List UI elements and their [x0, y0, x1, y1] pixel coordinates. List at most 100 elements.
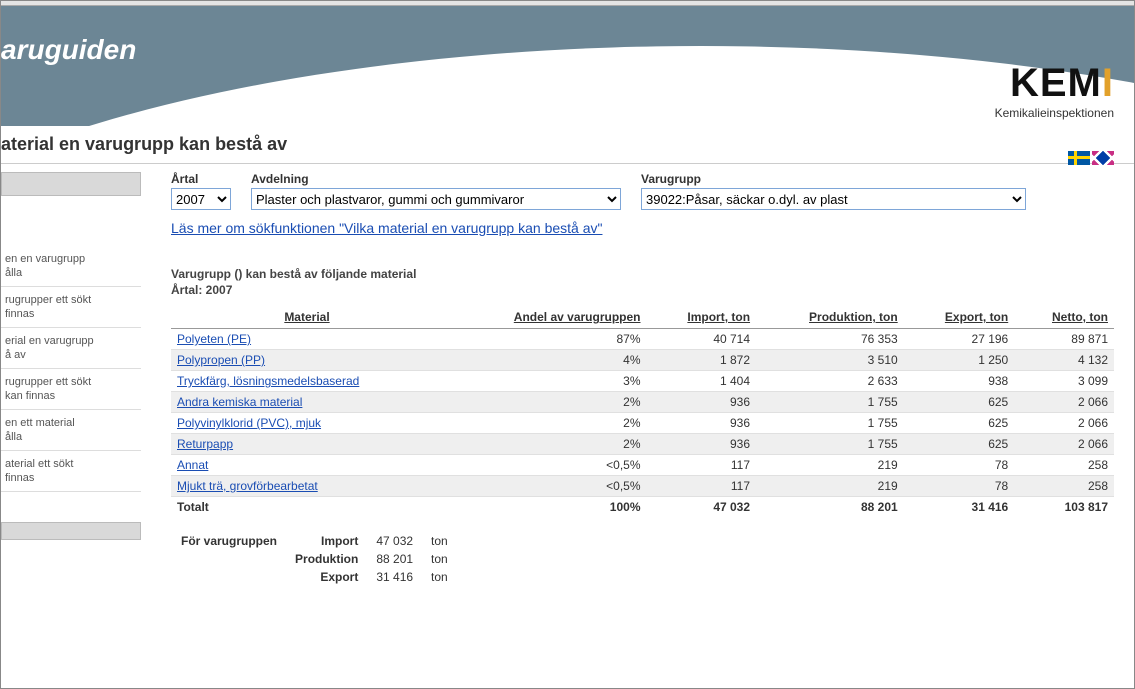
cell-import: 1 872	[647, 350, 757, 371]
group-label: Varugrupp	[641, 172, 1026, 186]
cell-share: 87%	[443, 329, 647, 350]
cell-import: 936	[647, 413, 757, 434]
cell-prod: 3 510	[756, 350, 904, 371]
materials-table: Material Andel av varugruppen Import, to…	[171, 306, 1114, 517]
summary-label: Export	[287, 569, 366, 585]
col-export[interactable]: Export, ton	[904, 306, 1015, 329]
material-link[interactable]: Mjukt trä, grovförbearbetat	[177, 479, 318, 493]
section-heading: Varugrupp () kan bestå av följande mater…	[171, 266, 1114, 298]
cell-import: 936	[647, 392, 757, 413]
table-row: Tryckfärg, lösningsmedelsbaserad 3%1 4042…	[171, 371, 1114, 392]
cell-prod: 1 755	[756, 392, 904, 413]
sidebar-item[interactable]: en ett materialålla	[1, 410, 141, 451]
flag-sweden-icon[interactable]	[1068, 151, 1090, 165]
cell-material: Polyvinylklorid (PVC), mjuk	[171, 413, 443, 434]
group-select[interactable]: 39022:Påsar, säckar o.dyl. av plast	[641, 188, 1026, 210]
sidebar-search-box[interactable]	[1, 172, 141, 196]
summary-row: För varugruppenImport47 032ton	[173, 533, 456, 549]
sidebar-item[interactable]: aterial ett söktfinnas	[1, 451, 141, 492]
cell-netto: 4 132	[1014, 350, 1114, 371]
summary-unit: ton	[423, 533, 456, 549]
cell-export: 938	[904, 371, 1015, 392]
cell-share: 2%	[443, 434, 647, 455]
material-link[interactable]: Tryckfärg, lösningsmedelsbaserad	[177, 374, 359, 388]
cell-prod: 1 755	[756, 434, 904, 455]
cell-share: 2%	[443, 413, 647, 434]
col-import[interactable]: Import, ton	[647, 306, 757, 329]
help-link[interactable]: Läs mer om sökfunktionen "Vilka material…	[171, 220, 602, 236]
cell-prod: 219	[756, 476, 904, 497]
cell-netto: 258	[1014, 455, 1114, 476]
year-label: Årtal	[171, 172, 231, 186]
cell-export: 625	[904, 392, 1015, 413]
material-link[interactable]: Polyvinylklorid (PVC), mjuk	[177, 416, 321, 430]
flag-uk-icon[interactable]	[1092, 151, 1114, 165]
cell-material: Annat	[171, 455, 443, 476]
col-share[interactable]: Andel av varugruppen	[443, 306, 647, 329]
cell-share: 3%	[443, 371, 647, 392]
cell-netto: 2 066	[1014, 392, 1114, 413]
year-select[interactable]: 2007	[171, 188, 231, 210]
page-title: aterial en varugrupp kan bestå av	[1, 134, 287, 154]
material-link[interactable]: Polyeten (PE)	[177, 332, 251, 346]
cell-material: Polyeten (PE)	[171, 329, 443, 350]
cell-import: 117	[647, 455, 757, 476]
app-title: aruguiden	[1, 34, 136, 66]
language-flags	[1068, 151, 1114, 165]
dept-select[interactable]: Plaster och plastvaror, gummi och gummiv…	[251, 188, 621, 210]
cell-import: 1 404	[647, 371, 757, 392]
sidebar: en en varugruppållarugrupper ett söktfin…	[1, 164, 141, 540]
cell-export: 625	[904, 413, 1015, 434]
table-row: Mjukt trä, grovförbearbetat <0,5%11721978…	[171, 476, 1114, 497]
material-link[interactable]: Annat	[177, 458, 208, 472]
sidebar-footer-box	[1, 522, 141, 540]
summary-heading: För varugruppen	[173, 533, 285, 585]
table-row: Andra kemiska material2%9361 7556252 066	[171, 392, 1114, 413]
table-row: Returpapp2%9361 7556252 066	[171, 434, 1114, 455]
cell-share: <0,5%	[443, 476, 647, 497]
summary-unit: ton	[423, 569, 456, 585]
cell-material: Mjukt trä, grovförbearbetat	[171, 476, 443, 497]
col-prod[interactable]: Produktion, ton	[756, 306, 904, 329]
cell-import: 117	[647, 476, 757, 497]
cell-prod: 219	[756, 455, 904, 476]
sidebar-item[interactable]: rugrupper ett söktfinnas	[1, 287, 141, 328]
logo-text: KEM	[1010, 61, 1102, 105]
cell-prod: 76 353	[756, 329, 904, 350]
col-netto[interactable]: Netto, ton	[1014, 306, 1114, 329]
cell-share: 4%	[443, 350, 647, 371]
summary-label: Produktion	[287, 551, 366, 567]
summary-value: 31 416	[368, 569, 421, 585]
cell-export: 78	[904, 476, 1015, 497]
material-link[interactable]: Polypropen (PP)	[177, 353, 265, 367]
summary-unit: ton	[423, 551, 456, 567]
material-link[interactable]: Andra kemiska material	[177, 395, 302, 409]
logo-subtitle: Kemikalieinspektionen	[995, 106, 1114, 120]
sidebar-item[interactable]: rugrupper ett söktkan finnas	[1, 369, 141, 410]
sidebar-item[interactable]: en en varugruppålla	[1, 246, 141, 287]
table-row-total: Totalt100%47 03288 20131 416103 817	[171, 497, 1114, 518]
summary-block: För varugruppenImport47 032ton Produktion…	[171, 531, 1114, 587]
cell-prod: 2 633	[756, 371, 904, 392]
filter-row: Årtal 2007 Avdelning Plaster och plastva…	[171, 172, 1114, 210]
col-material[interactable]: Material	[171, 306, 443, 329]
cell-import: 40 714	[647, 329, 757, 350]
cell-prod: 1 755	[756, 413, 904, 434]
sidebar-item[interactable]: erial en varugruppå av	[1, 328, 141, 369]
material-link[interactable]: Returpapp	[177, 437, 233, 451]
cell-export: 1 250	[904, 350, 1015, 371]
table-row: Polyvinylklorid (PVC), mjuk 2%9361 755625…	[171, 413, 1114, 434]
logo-bar: I	[1102, 61, 1114, 105]
summary-value: 88 201	[368, 551, 421, 567]
table-row: Polypropen (PP) 4%1 8723 5101 2504 132	[171, 350, 1114, 371]
cell-netto: 2 066	[1014, 434, 1114, 455]
cell-export: 27 196	[904, 329, 1015, 350]
dept-label: Avdelning	[251, 172, 621, 186]
cell-material: Tryckfärg, lösningsmedelsbaserad	[171, 371, 443, 392]
cell-netto: 258	[1014, 476, 1114, 497]
cell-share: <0,5%	[443, 455, 647, 476]
cell-material: Returpapp	[171, 434, 443, 455]
summary-label: Import	[287, 533, 366, 549]
cell-netto: 2 066	[1014, 413, 1114, 434]
cell-export: 625	[904, 434, 1015, 455]
